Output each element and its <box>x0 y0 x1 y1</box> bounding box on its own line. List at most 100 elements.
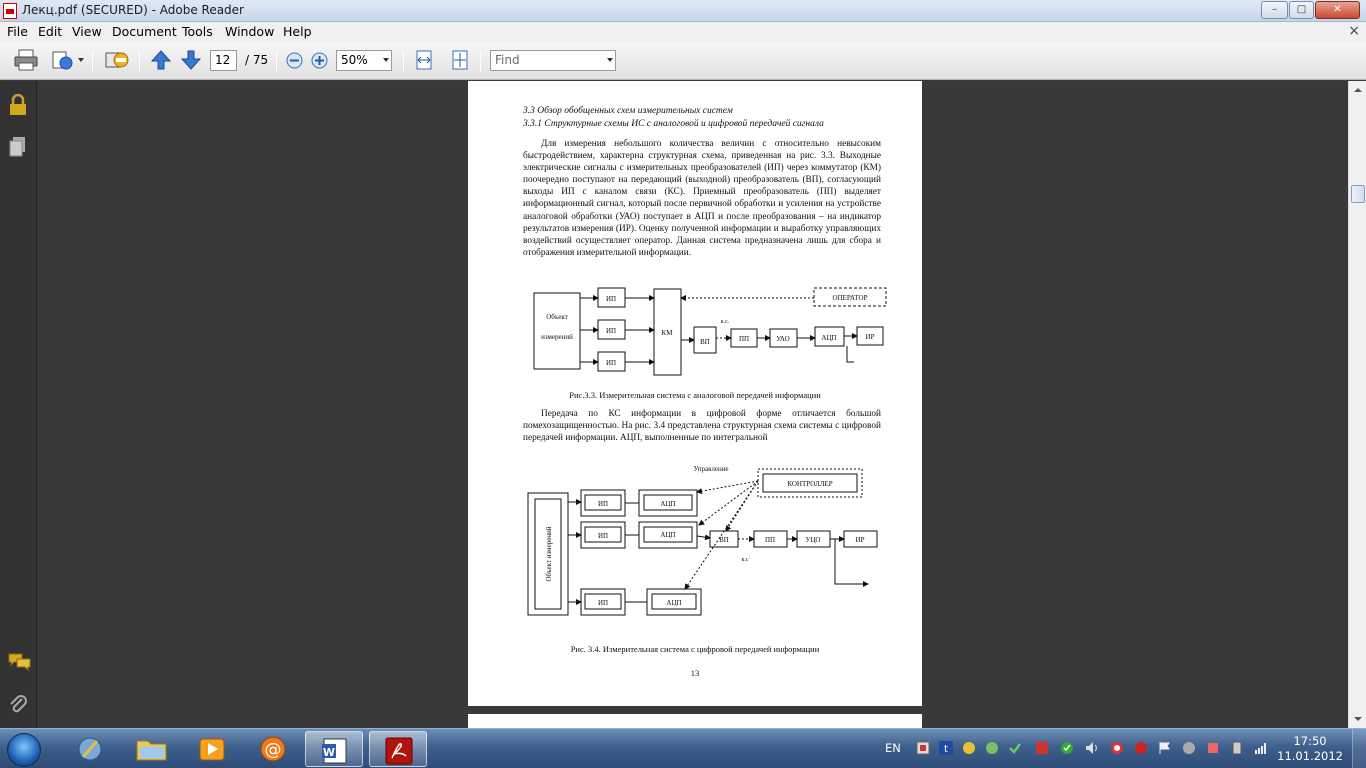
ip-label-2: ИП <box>598 532 608 540</box>
tray-app-icon-3[interactable] <box>962 741 976 755</box>
fit-width-icon[interactable] <box>413 49 435 71</box>
language-indicator[interactable]: EN <box>885 741 901 755</box>
tray-app-icon-4[interactable] <box>985 741 999 755</box>
media-player-icon <box>199 738 225 761</box>
object-label-1: Объект <box>546 313 568 321</box>
menu-view[interactable]: View <box>72 24 102 39</box>
menu-tools[interactable]: Tools <box>182 24 213 39</box>
tray-app-icon-12[interactable] <box>1230 741 1244 755</box>
ks-label: к.с. <box>721 319 730 325</box>
page-number-input[interactable]: 12 <box>210 50 237 71</box>
close-document-icon[interactable]: × <box>1348 23 1360 39</box>
comments-icon[interactable] <box>8 652 32 672</box>
page-total-label: / 75 <box>245 53 269 67</box>
window-title: Лекц.pdf (SECURED) - Adobe Reader <box>22 3 244 17</box>
operator-label: ОПЕРАТОР <box>833 294 868 302</box>
tray-app-icon-5[interactable] <box>1008 741 1022 755</box>
svg-text:@: @ <box>265 740 282 760</box>
tray-app-icon-7[interactable] <box>1060 741 1074 755</box>
svg-text:t: t <box>944 744 948 755</box>
menu-edit[interactable]: Edit <box>38 24 62 39</box>
tray-app-icon-8[interactable] <box>1110 741 1124 755</box>
find-input[interactable]: Find <box>490 50 616 71</box>
taskbar-explorer[interactable] <box>122 731 180 767</box>
collaborate-icon[interactable] <box>104 49 130 71</box>
close-button[interactable]: ✕ <box>1315 1 1360 19</box>
scroll-down-icon[interactable] <box>1351 712 1365 726</box>
tray-app-icon-11[interactable] <box>1206 741 1220 755</box>
find-dropdown-arrow[interactable] <box>607 58 613 62</box>
maximize-button[interactable]: □ <box>1289 1 1314 19</box>
taskbar-media-player[interactable] <box>183 731 241 767</box>
object-label: Объект измерений <box>545 526 553 581</box>
tray-app-icon-1[interactable] <box>916 741 930 755</box>
svg-text:W: W <box>323 746 335 759</box>
menu-bar: File Edit View Document Tools Window Hel… <box>0 22 1366 42</box>
clock-time: 17:50 <box>1293 734 1327 748</box>
paragraph-1-text: Для измерения небольшого количества вели… <box>523 139 881 258</box>
share-dropdown-arrow[interactable] <box>78 58 84 62</box>
subsection-heading: 3.3.1 Структурные схемы ИС с аналоговой … <box>523 119 824 129</box>
taskbar-word[interactable]: W <box>305 731 363 767</box>
tray-app-icon-9[interactable] <box>1134 741 1148 755</box>
diagram-digital: Управление КОНТРОЛЛЕР Объект измерений И… <box>527 465 878 616</box>
paragraph-1: Для измерения небольшого количества вели… <box>523 138 881 259</box>
document-view[interactable]: 3.3 Обзор обобщенных схем измерительных … <box>37 81 1348 728</box>
pages-icon[interactable] <box>8 136 28 158</box>
next-page-icon[interactable] <box>180 49 202 71</box>
zoom-out-icon[interactable] <box>286 52 303 74</box>
scroll-thumb[interactable] <box>1351 185 1365 203</box>
attachments-icon[interactable] <box>8 693 28 717</box>
volume-icon[interactable] <box>1085 741 1099 755</box>
system-clock[interactable]: 17:50 11.01.2012 <box>1277 734 1343 764</box>
next-pdf-page <box>468 714 922 728</box>
print-icon[interactable] <box>14 49 38 71</box>
previous-page-icon[interactable] <box>150 49 172 71</box>
scroll-up-icon[interactable] <box>1351 83 1365 97</box>
object-label-2: измерений <box>541 333 573 341</box>
ir-label: ИР <box>856 536 865 544</box>
menu-help[interactable]: Help <box>283 24 312 39</box>
adobe-reader-icon <box>385 737 413 765</box>
diagram-analog: Объект измерений ИП ИП ИП КМ ВП к.с. ПП … <box>533 287 887 376</box>
tray-app-icon-2[interactable]: t <box>939 741 953 755</box>
zoom-in-icon[interactable] <box>311 52 328 74</box>
page-number: 13 <box>690 668 700 678</box>
zoom-dropdown-arrow[interactable] <box>383 58 389 62</box>
taskbar-browser[interactable]: @ <box>244 731 302 767</box>
network-icon[interactable] <box>1254 741 1268 755</box>
taskbar-app-1[interactable] <box>61 731 119 767</box>
start-button[interactable] <box>7 733 41 767</box>
menu-file[interactable]: File <box>7 24 28 39</box>
tray-app-icon-6[interactable] <box>1035 741 1049 755</box>
menu-window[interactable]: Window <box>225 24 274 39</box>
km-label: КМ <box>662 329 674 337</box>
ir-label: ИР <box>866 333 875 341</box>
adc-label-3: АЦП <box>666 599 681 607</box>
zoom-value: 50% <box>341 53 368 67</box>
figure-caption-3-4: Рис. 3.4. Измерительная система с цифров… <box>570 644 820 654</box>
folder-icon <box>136 740 167 761</box>
vertical-scrollbar[interactable] <box>1348 81 1366 728</box>
control-label: Управление <box>693 465 728 473</box>
ip-label-3: ИП <box>598 599 608 607</box>
taskbar-adobe-reader[interactable] <box>369 731 427 767</box>
pp-label: ПП <box>765 536 775 544</box>
menu-document[interactable]: Document <box>112 24 177 39</box>
action-center-flag-icon[interactable] <box>1158 741 1172 755</box>
ip-label-1: ИП <box>598 500 608 508</box>
adc-label: АЦП <box>821 334 836 342</box>
toolbar: 12 / 75 50% Find <box>0 42 1366 80</box>
fit-page-icon[interactable] <box>449 49 471 71</box>
ucho-label: УЦО <box>806 536 821 544</box>
share-document-icon[interactable] <box>50 49 74 71</box>
lock-icon[interactable] <box>8 94 28 116</box>
clock-date: 11.01.2012 <box>1277 749 1343 763</box>
minimize-button[interactable]: – <box>1261 1 1288 19</box>
navigation-panel <box>0 81 37 728</box>
pp-label: ПП <box>739 335 749 343</box>
ks-label: к.с <box>741 557 748 563</box>
show-desktop-button[interactable] <box>1352 729 1366 768</box>
uao-label: УАО <box>776 335 789 343</box>
tray-app-icon-10[interactable] <box>1182 741 1196 755</box>
